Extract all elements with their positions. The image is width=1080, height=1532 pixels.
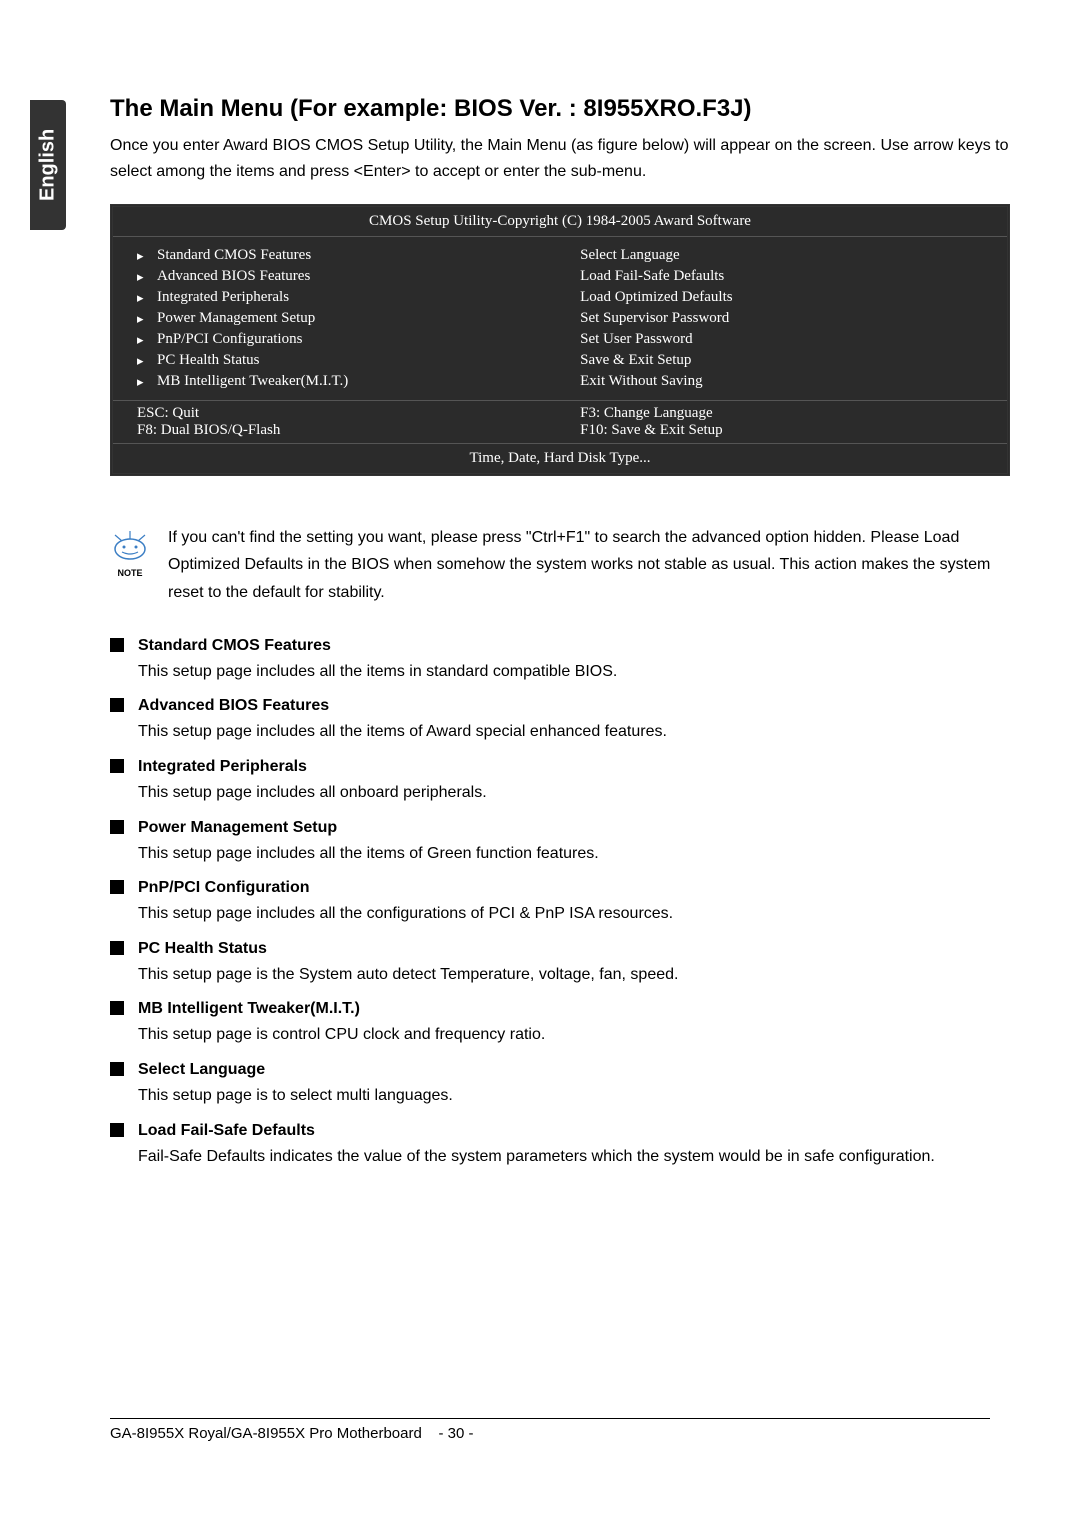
intro-text: Once you enter Award BIOS CMOS Setup Uti… bbox=[110, 133, 1010, 184]
section-title-text: Standard CMOS Features bbox=[138, 637, 331, 655]
bios-menu-item: ▸MB Intelligent Tweaker(M.I.T.) bbox=[137, 371, 580, 392]
section-title-text: Power Management Setup bbox=[138, 819, 337, 837]
language-tab: English bbox=[30, 100, 66, 230]
bios-menu-item: ▸Power Management Setup bbox=[137, 308, 580, 329]
key-hint: F3: Change Language bbox=[580, 405, 983, 422]
section-desc: This setup page includes all the configu… bbox=[138, 901, 1010, 927]
bullet-icon bbox=[110, 1062, 124, 1076]
section-desc: This setup page includes all onboard per… bbox=[138, 780, 1010, 806]
bullet-icon bbox=[110, 1001, 124, 1015]
bullet-icon bbox=[110, 941, 124, 955]
bios-menu-item: ▸PC Health Status bbox=[137, 350, 580, 371]
section-title-text: PnP/PCI Configuration bbox=[138, 879, 310, 897]
menu-item-label: Select Language bbox=[580, 247, 680, 264]
section-desc: This setup page includes all the items o… bbox=[138, 719, 1010, 745]
bios-menu-item: ▸Standard CMOS Features bbox=[137, 245, 580, 266]
section-list: Standard CMOS Features This setup page i… bbox=[110, 636, 1010, 1169]
section-desc: This setup page includes all the items i… bbox=[138, 659, 1010, 685]
menu-item-label: PC Health Status bbox=[157, 352, 260, 369]
bios-menu: ▸Standard CMOS Features ▸Advanced BIOS F… bbox=[113, 237, 1007, 401]
menu-item-label: Exit Without Saving bbox=[580, 373, 702, 390]
menu-item-label: Standard CMOS Features bbox=[157, 247, 311, 264]
menu-item-label: Integrated Peripherals bbox=[157, 289, 289, 306]
bios-footer: Time, Date, Hard Disk Type... bbox=[113, 444, 1007, 473]
menu-item-label: Power Management Setup bbox=[157, 310, 315, 327]
bios-menu-item: Load Fail-Safe Defaults bbox=[580, 266, 983, 287]
bullet-icon bbox=[110, 759, 124, 773]
menu-item-label: Set Supervisor Password bbox=[580, 310, 729, 327]
page-number: - 30 - bbox=[439, 1425, 474, 1442]
note-icon: NOTE bbox=[110, 527, 150, 578]
note-text: If you can't find the setting you want, … bbox=[168, 524, 1010, 606]
bios-menu-item: ▸Integrated Peripherals bbox=[137, 287, 580, 308]
bios-keys: ESC: Quit F8: Dual BIOS/Q-Flash F3: Chan… bbox=[113, 401, 1007, 444]
bios-menu-item: Set User Password bbox=[580, 329, 983, 350]
page-title: The Main Menu (For example: BIOS Ver. : … bbox=[110, 95, 1010, 123]
key-hint: F8: Dual BIOS/Q-Flash bbox=[137, 422, 580, 439]
menu-item-label: MB Intelligent Tweaker(M.I.T.) bbox=[157, 373, 348, 390]
note-block: NOTE If you can't find the setting you w… bbox=[110, 524, 1010, 606]
bios-menu-item: Select Language bbox=[580, 245, 983, 266]
section-desc: This setup page includes all the items o… bbox=[138, 841, 1010, 867]
arrow-icon: ▸ bbox=[137, 290, 157, 306]
menu-item-label: Load Optimized Defaults bbox=[580, 289, 732, 306]
bullet-icon bbox=[110, 638, 124, 652]
bullet-icon bbox=[110, 880, 124, 894]
section-title-text: Load Fail-Safe Defaults bbox=[138, 1122, 315, 1140]
section-item: Load Fail-Safe Defaults Fail-Safe Defaul… bbox=[110, 1121, 1010, 1170]
bullet-icon bbox=[110, 820, 124, 834]
bios-menu-item: Set Supervisor Password bbox=[580, 308, 983, 329]
arrow-icon: ▸ bbox=[137, 248, 157, 264]
bios-screen: CMOS Setup Utility-Copyright (C) 1984-20… bbox=[110, 204, 1010, 476]
page-footer: GA-8I955X Royal/GA-8I955X Pro Motherboar… bbox=[110, 1418, 990, 1442]
arrow-icon: ▸ bbox=[137, 269, 157, 285]
section-item: Select Language This setup page is to se… bbox=[110, 1060, 1010, 1109]
section-desc: This setup page is to select multi langu… bbox=[138, 1083, 1010, 1109]
section-item: Integrated Peripherals This setup page i… bbox=[110, 757, 1010, 806]
arrow-icon: ▸ bbox=[137, 311, 157, 327]
bios-header: CMOS Setup Utility-Copyright (C) 1984-20… bbox=[113, 207, 1007, 237]
section-item: PC Health Status This setup page is the … bbox=[110, 939, 1010, 988]
section-item: Advanced BIOS Features This setup page i… bbox=[110, 696, 1010, 745]
section-item: Standard CMOS Features This setup page i… bbox=[110, 636, 1010, 685]
arrow-icon: ▸ bbox=[137, 353, 157, 369]
section-item: PnP/PCI Configuration This setup page in… bbox=[110, 878, 1010, 927]
key-hint: ESC: Quit bbox=[137, 405, 580, 422]
bios-menu-item: Save & Exit Setup bbox=[580, 350, 983, 371]
bios-menu-item: ▸Advanced BIOS Features bbox=[137, 266, 580, 287]
bios-menu-item: Exit Without Saving bbox=[580, 371, 983, 392]
bios-keys-right: F3: Change Language F10: Save & Exit Set… bbox=[580, 405, 983, 439]
section-title-text: Advanced BIOS Features bbox=[138, 697, 329, 715]
key-hint: F10: Save & Exit Setup bbox=[580, 422, 983, 439]
menu-item-label: Advanced BIOS Features bbox=[157, 268, 310, 285]
main-content: The Main Menu (For example: BIOS Ver. : … bbox=[110, 95, 1010, 1181]
section-title-text: Integrated Peripherals bbox=[138, 758, 307, 776]
arrow-icon: ▸ bbox=[137, 332, 157, 348]
bullet-icon bbox=[110, 698, 124, 712]
arrow-icon: ▸ bbox=[137, 374, 157, 390]
section-title-text: Select Language bbox=[138, 1061, 265, 1079]
bios-keys-left: ESC: Quit F8: Dual BIOS/Q-Flash bbox=[137, 405, 580, 439]
note-label: NOTE bbox=[110, 568, 150, 578]
bios-menu-item: ▸PnP/PCI Configurations bbox=[137, 329, 580, 350]
section-item: MB Intelligent Tweaker(M.I.T.) This setu… bbox=[110, 999, 1010, 1048]
menu-item-label: Save & Exit Setup bbox=[580, 352, 691, 369]
section-desc: This setup page is control CPU clock and… bbox=[138, 1022, 1010, 1048]
section-title-text: MB Intelligent Tweaker(M.I.T.) bbox=[138, 1000, 360, 1018]
footer-text: GA-8I955X Royal/GA-8I955X Pro Motherboar… bbox=[110, 1425, 422, 1442]
section-item: Power Management Setup This setup page i… bbox=[110, 818, 1010, 867]
menu-item-label: Load Fail-Safe Defaults bbox=[580, 268, 724, 285]
section-desc: This setup page is the System auto detec… bbox=[138, 962, 1010, 988]
section-desc: Fail-Safe Defaults indicates the value o… bbox=[138, 1144, 1010, 1170]
bios-menu-item: Load Optimized Defaults bbox=[580, 287, 983, 308]
bios-menu-left: ▸Standard CMOS Features ▸Advanced BIOS F… bbox=[137, 245, 580, 392]
bios-menu-right: Select Language Load Fail-Safe Defaults … bbox=[580, 245, 983, 392]
menu-item-label: Set User Password bbox=[580, 331, 693, 348]
menu-item-label: PnP/PCI Configurations bbox=[157, 331, 302, 348]
bullet-icon bbox=[110, 1123, 124, 1137]
section-title-text: PC Health Status bbox=[138, 940, 267, 958]
